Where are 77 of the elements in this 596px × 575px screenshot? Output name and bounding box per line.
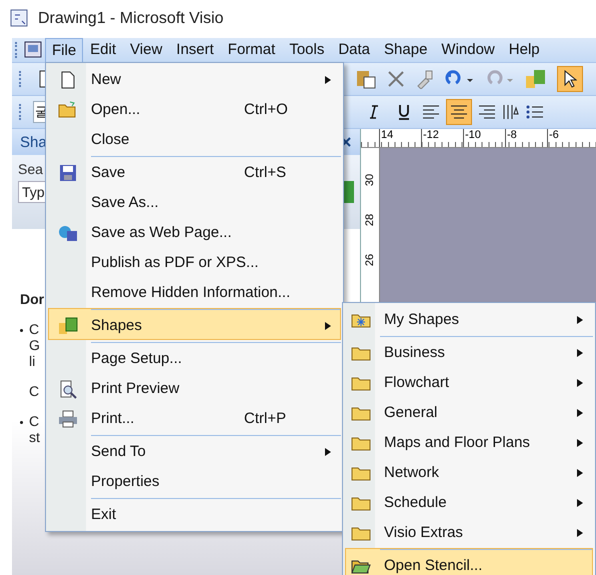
text-fragment: C (29, 383, 40, 399)
menu-item[interactable]: Properties (48, 467, 341, 496)
panel-title: Sha (20, 134, 47, 150)
submenu-arrow-icon (324, 74, 332, 84)
menu-title[interactable]: Window (434, 37, 502, 63)
menu-item[interactable]: Print Preview (48, 374, 341, 403)
align-right-icon[interactable] (478, 105, 496, 119)
bullet-icon (20, 421, 23, 424)
submenu-arrow-icon (576, 468, 584, 478)
menu-item[interactable]: Maps and Floor Plans (345, 428, 593, 457)
submenu-arrow-icon (324, 320, 332, 330)
menu-item[interactable]: Open Stencil... (345, 548, 593, 575)
vertical-spacing-icon[interactable] (502, 104, 520, 120)
menu-item[interactable]: Network (345, 458, 593, 487)
menu-item[interactable]: Shapes (48, 308, 341, 340)
submenu-arrow-icon (576, 378, 584, 388)
menu-item[interactable]: Publish as PDF or XPS... (48, 248, 341, 277)
ruler-label: 30 (364, 174, 376, 186)
section-heading: Dor (20, 291, 44, 307)
submenu-arrow-icon (576, 408, 584, 418)
menu-title[interactable]: Help (502, 37, 547, 63)
menu-item[interactable]: Open... Ctrl+O (48, 95, 341, 124)
menu-title[interactable]: Shape (377, 37, 434, 63)
menu-title[interactable]: Tools (282, 37, 332, 63)
submenu-arrow-icon (576, 348, 584, 358)
search-label: Sea (18, 161, 43, 177)
ruler-label: -8 (505, 129, 547, 147)
submenu-arrow-icon (576, 528, 584, 538)
ruler-label: 14 (379, 129, 421, 147)
menu-title[interactable]: File (45, 38, 84, 62)
menu-item[interactable]: Schedule (345, 488, 593, 517)
pointer-icon (563, 70, 577, 88)
ruler-label: 28 (364, 214, 376, 226)
menu-item[interactable]: Print... Ctrl+P (48, 404, 341, 433)
submenu-arrow-icon (324, 446, 332, 456)
menu-title[interactable]: View (123, 37, 170, 63)
menu-title[interactable]: Format (220, 37, 282, 63)
bullet-icon (20, 329, 23, 332)
text-fragment: C (29, 413, 40, 429)
menu-item[interactable]: My Shapes (345, 305, 593, 334)
menu-item[interactable]: Visio Extras (345, 518, 593, 547)
menu-item[interactable]: Save as Web Page... (48, 218, 341, 247)
brush-icon[interactable] (415, 69, 435, 89)
paste-icon[interactable] (355, 68, 377, 90)
cut-icon[interactable] (387, 70, 405, 88)
ruler-label: 26 (364, 254, 376, 266)
app-icon (10, 9, 30, 29)
menu-item[interactable]: Save As... (48, 188, 341, 217)
bullets-icon[interactable] (526, 105, 544, 119)
text-fragment: st (29, 429, 40, 445)
print-preview-icon (58, 378, 78, 398)
window-title: Drawing1 - Microsoft Visio (38, 10, 224, 28)
pointer-tool-button[interactable] (557, 66, 583, 92)
text-fragment: C (29, 321, 40, 337)
text-fragment: li (29, 353, 36, 369)
menu-item[interactable]: Close (48, 125, 341, 154)
folder-shapes-icon (58, 316, 78, 336)
ruler-label: -6 (547, 129, 589, 147)
align-center-button[interactable] (446, 99, 472, 125)
menu-item[interactable]: Remove Hidden Information... (48, 278, 341, 307)
ruler-label: -12 (421, 129, 463, 147)
submenu-arrow-icon (576, 314, 584, 324)
menu-title[interactable]: Data (331, 37, 378, 63)
menu-item[interactable]: Flowchart (345, 368, 593, 397)
submenu-arrow-icon (576, 438, 584, 448)
text-fragment: G (29, 337, 40, 353)
submenu-arrow-icon (576, 498, 584, 508)
menu-item[interactable]: General (345, 398, 593, 427)
align-center-icon (450, 105, 468, 119)
underline-icon (398, 104, 410, 120)
ruler-label: -10 (463, 129, 505, 147)
printer-icon (58, 408, 78, 428)
folder-icon (58, 100, 78, 120)
menu-title[interactable]: Insert (169, 37, 221, 63)
align-left-icon[interactable] (422, 105, 440, 119)
menu-title[interactable]: Edit (83, 37, 124, 63)
italic-icon (368, 105, 380, 119)
